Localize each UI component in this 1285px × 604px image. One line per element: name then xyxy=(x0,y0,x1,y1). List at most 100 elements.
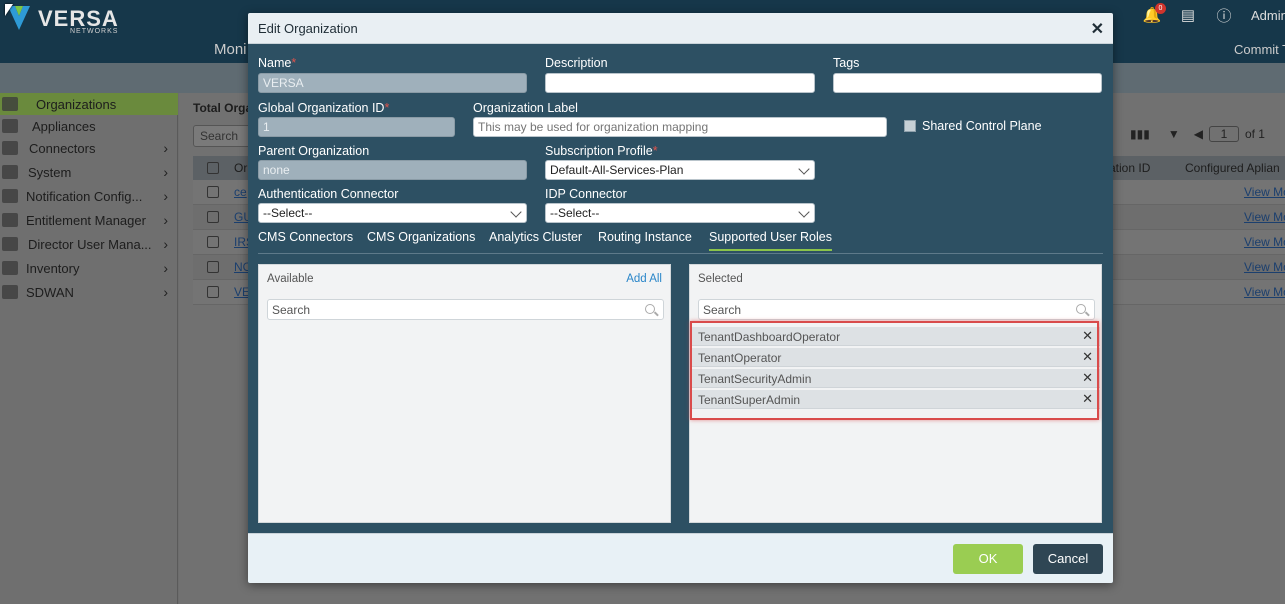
close-icon[interactable]: ✕ xyxy=(1091,19,1104,39)
column-org[interactable]: Or xyxy=(234,161,248,175)
search-input[interactable]: Search xyxy=(193,125,251,147)
search-placeholder: Search xyxy=(200,129,239,143)
subscription-profile-select[interactable]: Default-All-Services-Plan xyxy=(545,160,815,180)
filter-icon[interactable]: ▼ xyxy=(1168,127,1180,141)
view-more-link[interactable]: View More xyxy=(1244,235,1285,249)
name-field[interactable] xyxy=(258,73,527,93)
sidebar-item-inventory[interactable]: Inventory › xyxy=(0,257,178,279)
idp-connector-label: IDP Connector xyxy=(545,187,627,201)
description-label: Description xyxy=(545,56,608,70)
sdwan-icon xyxy=(2,285,18,299)
global-org-id-label: Global Organization ID* xyxy=(258,101,390,115)
document-icon[interactable]: ▤ xyxy=(1179,6,1197,24)
select-all-checkbox[interactable] xyxy=(207,162,219,174)
modal-footer: OK Cancel xyxy=(248,533,1113,583)
parent-org-field[interactable] xyxy=(258,160,527,180)
chevron-right-icon: › xyxy=(163,260,168,276)
tab-cms-connectors[interactable]: CMS Connectors xyxy=(258,230,353,244)
add-all-button[interactable]: Add All xyxy=(626,273,662,285)
subscription-profile-value: Default-All-Services-Plan xyxy=(550,163,684,177)
sidebar-item-entitlement-manager[interactable]: Entitlement Manager › xyxy=(0,209,178,231)
view-more-link[interactable]: View More xyxy=(1244,185,1285,199)
tab-analytics-cluster[interactable]: Analytics Cluster xyxy=(489,230,582,244)
chevron-down-icon xyxy=(798,163,810,175)
sidebar-item-notification-config[interactable]: Notification Config... › xyxy=(0,185,178,207)
global-org-id-field[interactable] xyxy=(258,117,455,137)
entitlement-icon xyxy=(2,213,18,227)
sidebar-item-system[interactable]: System › xyxy=(0,161,178,183)
selected-search-input[interactable]: Search xyxy=(698,299,1095,320)
auth-connector-label: Authentication Connector xyxy=(258,187,399,201)
cancel-button[interactable]: Cancel xyxy=(1033,544,1103,574)
required-marker: * xyxy=(384,101,390,115)
chevron-right-icon: › xyxy=(163,140,168,156)
edit-organization-modal: Edit Organization ✕ Name* Description Ta… xyxy=(248,13,1113,583)
bell-icon[interactable]: 🔔 0 xyxy=(1143,3,1166,24)
tab-routing-instance[interactable]: Routing Instance xyxy=(598,230,692,244)
available-roles-panel: Available Add All Search xyxy=(258,264,671,523)
view-more-link[interactable]: View More xyxy=(1244,260,1285,274)
description-field[interactable] xyxy=(545,73,815,93)
pager: ▮▮▮ ▼ ◀ 1 of 1 xyxy=(1130,126,1265,142)
required-marker: * xyxy=(652,144,658,158)
tags-label: Tags xyxy=(833,56,860,70)
idp-connector-select[interactable]: --Select-- xyxy=(545,203,815,223)
sidebar-item-label: Connectors xyxy=(29,140,96,156)
sidebar-item-director-users[interactable]: Director User Mana... › xyxy=(0,233,178,255)
org-link[interactable]: GU xyxy=(234,210,248,224)
auth-connector-select[interactable]: --Select-- xyxy=(258,203,527,223)
columns-icon[interactable]: ▮▮▮ xyxy=(1130,127,1150,141)
highlight-annotation xyxy=(690,321,1099,420)
admin-menu[interactable]: Admin xyxy=(1251,8,1285,23)
ok-button[interactable]: OK xyxy=(953,544,1023,574)
notification-count: 0 xyxy=(1155,3,1166,14)
chevron-down-icon xyxy=(798,206,810,218)
modal-title: Edit Organization xyxy=(258,21,358,36)
org-link[interactable]: VE xyxy=(234,285,248,299)
available-search-input[interactable]: Search xyxy=(267,299,664,320)
sidebar-item-organizations[interactable]: Organizations xyxy=(0,93,178,115)
sidebar-item-connectors[interactable]: Connectors › xyxy=(0,137,178,159)
org-link[interactable]: ce xyxy=(234,185,248,199)
row-checkbox[interactable] xyxy=(207,211,219,223)
column-configured[interactable]: Configured Aplian xyxy=(1185,161,1280,175)
row-checkbox[interactable] xyxy=(207,236,219,248)
org-label-field[interactable] xyxy=(473,117,887,137)
org-link[interactable]: IRS xyxy=(234,235,248,249)
top-icons: 🔔 0 ▤ ⓘ Admin xyxy=(1125,3,1285,26)
sidebar-item-label: Entitlement Manager xyxy=(26,212,146,228)
nav-commit-template[interactable]: Commit T xyxy=(1234,42,1285,57)
tab-cms-organizations[interactable]: CMS Organizations xyxy=(367,230,475,244)
info-icon[interactable]: ⓘ xyxy=(1215,6,1233,25)
view-more-link[interactable]: View More xyxy=(1244,285,1285,299)
row-checkbox[interactable] xyxy=(207,286,219,298)
modal-tabs: CMS Connectors CMS Organizations Analyti… xyxy=(258,228,1103,254)
page-count: of 1 xyxy=(1244,127,1265,141)
sidebar-item-label: SDWAN xyxy=(26,284,74,300)
sidebar-item-sdwan[interactable]: SDWAN › xyxy=(0,281,178,303)
sidebar-item-label: System xyxy=(28,164,72,180)
notification-icon xyxy=(2,189,18,203)
required-marker: * xyxy=(291,56,297,70)
row-checkbox[interactable] xyxy=(207,261,219,273)
organizations-icon xyxy=(2,97,18,111)
org-label-label: Organization Label xyxy=(473,101,578,115)
page-title: Total Orga xyxy=(193,101,253,115)
nav-monitor[interactable]: Moni xyxy=(214,41,247,58)
chevron-right-icon: › xyxy=(163,236,168,252)
page-number-input[interactable]: 1 xyxy=(1208,126,1239,142)
brand-subtitle: NETWORKS xyxy=(70,28,119,35)
org-link[interactable]: NO xyxy=(234,260,248,274)
shared-control-plane[interactable]: Shared Control Plane xyxy=(904,119,1042,133)
row-checkbox[interactable] xyxy=(207,186,219,198)
column-org-id[interactable]: ation ID xyxy=(1109,161,1150,175)
users-icon xyxy=(2,237,18,251)
tags-field[interactable] xyxy=(833,73,1102,93)
prev-page-icon[interactable]: ◀ xyxy=(1194,127,1203,141)
idp-connector-value: --Select-- xyxy=(550,206,600,220)
appliances-icon xyxy=(2,119,18,133)
shared-control-plane-checkbox[interactable] xyxy=(904,120,916,132)
tab-supported-user-roles[interactable]: Supported User Roles xyxy=(709,230,832,251)
sidebar-item-appliances[interactable]: Appliances xyxy=(0,115,178,137)
view-more-link[interactable]: View More xyxy=(1244,210,1285,224)
